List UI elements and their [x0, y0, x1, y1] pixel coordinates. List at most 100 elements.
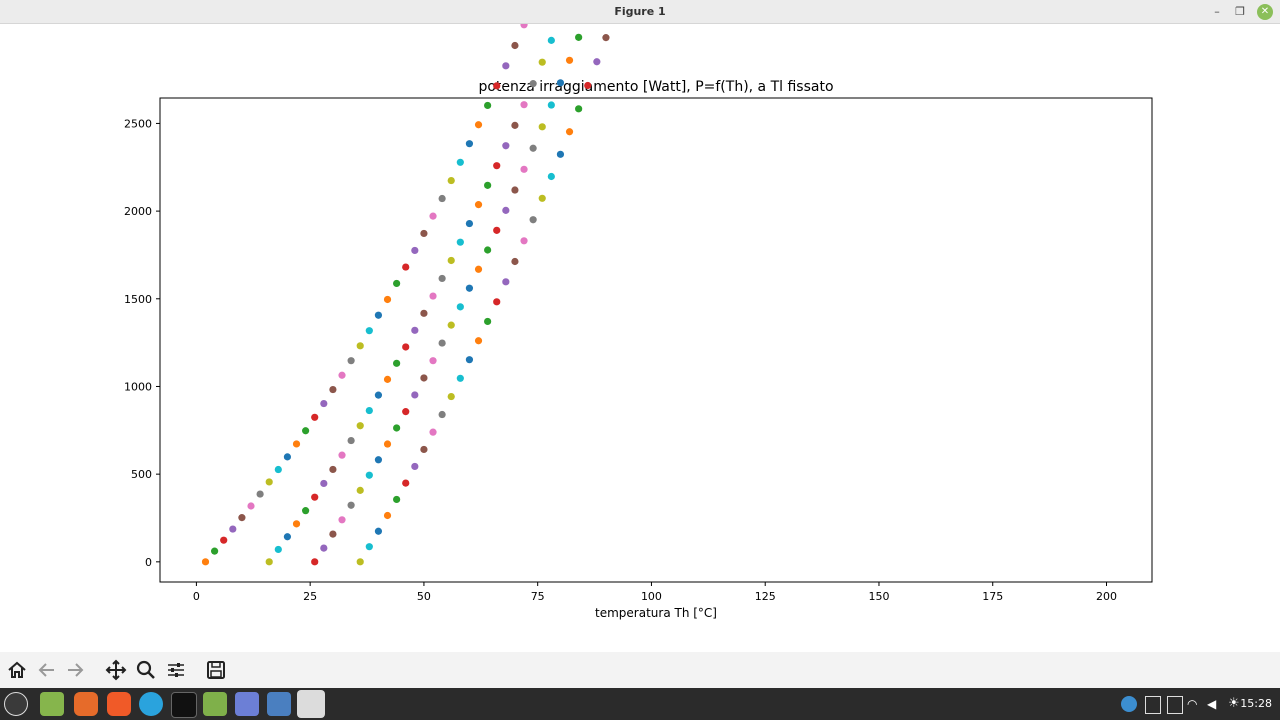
clock[interactable]: 15:28	[1240, 688, 1272, 720]
data-point	[502, 142, 510, 150]
x-tick-label: 200	[1096, 590, 1117, 603]
data-point	[465, 356, 474, 364]
data-point	[493, 162, 501, 170]
data-point	[456, 158, 464, 166]
data-point	[283, 533, 292, 541]
data-point	[347, 357, 355, 365]
data-point	[447, 256, 455, 265]
data-point	[447, 176, 455, 185]
data-point	[411, 246, 419, 255]
data-point	[338, 451, 346, 459]
data-point	[365, 543, 373, 551]
data-point	[238, 514, 246, 522]
data-point	[374, 391, 383, 399]
data-point	[311, 558, 319, 566]
data-point	[429, 212, 437, 220]
telegram-icon[interactable]	[139, 692, 163, 716]
data-point	[356, 422, 364, 430]
data-point	[474, 265, 483, 273]
system-taskbar: ◠ ◀ ☀ 15:28	[0, 688, 1280, 720]
x-tick-label: 150	[868, 590, 889, 603]
notes-icon[interactable]	[1167, 696, 1183, 714]
back-arrow-icon[interactable]	[36, 659, 58, 681]
y-tick-label: 1500	[124, 293, 152, 306]
data-point	[529, 80, 537, 88]
data-point	[365, 406, 373, 415]
data-point	[538, 123, 546, 131]
data-point	[393, 279, 401, 288]
data-point	[292, 520, 301, 528]
data-point	[420, 309, 428, 317]
data-point	[402, 343, 410, 351]
wifi-icon[interactable]: ◠	[1187, 696, 1201, 712]
data-point	[393, 495, 401, 504]
data-point	[511, 257, 519, 266]
data-point	[529, 216, 537, 224]
file-manager-icon[interactable]	[203, 692, 227, 716]
desktop-icon[interactable]	[40, 692, 64, 716]
python-figure-app-icon[interactable]	[297, 690, 325, 718]
data-point	[283, 453, 292, 461]
text-editor-icon[interactable]	[235, 692, 259, 716]
data-point	[484, 246, 492, 254]
data-point	[265, 478, 273, 486]
data-point	[465, 140, 474, 148]
data-point	[547, 36, 555, 44]
data-point	[447, 321, 455, 329]
zoom-magnifier-icon[interactable]	[135, 659, 157, 681]
maximize-icon[interactable]: ❐	[1232, 4, 1248, 20]
clipboard-icon[interactable]	[1145, 696, 1161, 714]
configure-subplots-icon[interactable]	[165, 659, 187, 681]
data-point	[211, 547, 219, 555]
home-icon[interactable]	[6, 659, 28, 681]
y-tick-label: 2000	[124, 205, 152, 218]
brave-browser-icon[interactable]	[107, 692, 131, 716]
x-tick-label: 50	[417, 590, 431, 603]
x-tick-label: 125	[755, 590, 776, 603]
data-point	[493, 298, 501, 306]
close-icon[interactable]: ✕	[1257, 4, 1273, 20]
volume-icon[interactable]: ◀	[1207, 696, 1221, 712]
data-point	[383, 375, 392, 383]
forward-arrow-icon[interactable]	[64, 659, 86, 681]
data-point	[229, 525, 237, 533]
data-point	[411, 326, 419, 334]
data-point	[520, 237, 528, 245]
data-point	[329, 530, 337, 538]
screenshot-icon[interactable]	[267, 692, 291, 716]
x-axis-label: temperatura Th [°C]	[595, 606, 717, 620]
x-tick-label: 75	[531, 590, 545, 603]
data-point	[256, 490, 264, 498]
data-point	[511, 186, 519, 194]
menu-launcher-icon[interactable]	[4, 692, 28, 716]
data-point	[320, 544, 328, 552]
data-point	[265, 558, 273, 566]
save-figure-icon[interactable]	[205, 659, 227, 681]
y-tick-label: 1000	[124, 380, 152, 393]
data-point	[529, 144, 537, 152]
data-point	[320, 479, 328, 488]
update-manager-icon[interactable]	[1121, 696, 1137, 712]
data-point	[338, 371, 346, 379]
data-point	[365, 327, 373, 335]
x-tick-label: 0	[193, 590, 200, 603]
data-point	[383, 295, 392, 304]
firefox-icon[interactable]	[74, 692, 98, 716]
data-point	[484, 101, 492, 110]
data-point	[274, 465, 282, 474]
data-point	[347, 436, 355, 445]
data-point	[575, 105, 583, 113]
window-titlebar: Figure 1 – ❐ ✕	[0, 0, 1280, 24]
data-point	[520, 101, 528, 109]
data-point	[311, 413, 319, 421]
y-tick-label: 0	[145, 556, 152, 569]
data-point	[511, 41, 519, 50]
minimize-icon[interactable]: –	[1209, 4, 1225, 20]
data-point	[374, 527, 383, 535]
data-point	[420, 229, 428, 238]
pan-move-icon[interactable]	[105, 659, 127, 681]
data-point	[201, 558, 210, 566]
terminal-icon[interactable]	[171, 692, 197, 718]
data-point	[502, 206, 510, 214]
data-point	[447, 392, 455, 401]
